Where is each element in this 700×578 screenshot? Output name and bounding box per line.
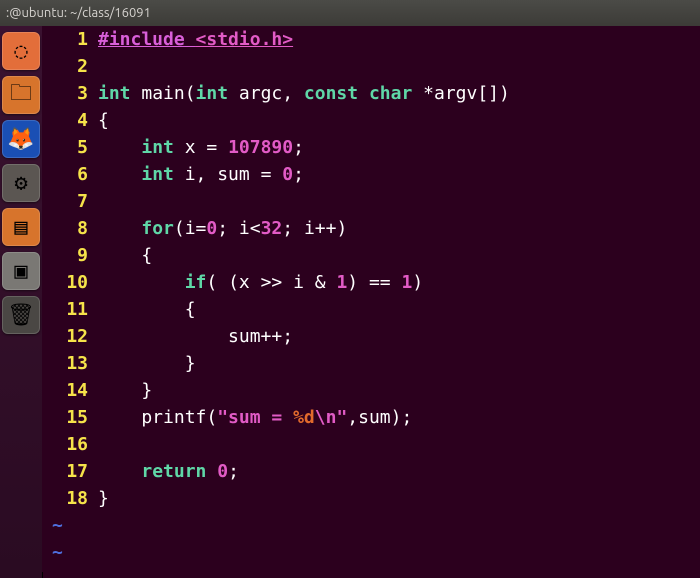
code-line: 3int main(int argc, const char *argv[]) — [42, 80, 700, 107]
line-number: 5 — [42, 134, 98, 161]
code-text — [98, 53, 700, 80]
code-text: int x = 107890; — [98, 134, 700, 161]
line-number: 11 — [42, 296, 98, 323]
line-number: 12 — [42, 323, 98, 350]
code-line: 7 — [42, 188, 700, 215]
code-line: 11 { — [42, 296, 700, 323]
code-line: 14 } — [42, 377, 700, 404]
code-text: } — [98, 485, 700, 512]
code-line: 6 int i, sum = 0; — [42, 161, 700, 188]
code-line: 1#include <stdio.h> — [42, 26, 700, 53]
code-line: 4{ — [42, 107, 700, 134]
files-icon[interactable]: ▤ — [2, 208, 40, 246]
code-line: 9 { — [42, 242, 700, 269]
line-number: 13 — [42, 350, 98, 377]
code-text: #include <stdio.h> — [98, 26, 700, 53]
code-line: 8 for(i=0; i<32; i++) — [42, 215, 700, 242]
code-line: 5 int x = 107890; — [42, 134, 700, 161]
code-text: return 0; — [98, 458, 700, 485]
window-icon[interactable]: ▣ — [2, 252, 40, 290]
code-text: int i, sum = 0; — [98, 161, 700, 188]
code-text: { — [98, 242, 700, 269]
code-text — [98, 431, 700, 458]
vim-editor[interactable]: 1#include <stdio.h>23int main(int argc, … — [42, 26, 700, 572]
line-number: 3 — [42, 80, 98, 107]
line-number: 9 — [42, 242, 98, 269]
line-number: 15 — [42, 404, 98, 431]
code-text: int main(int argc, const char *argv[]) — [98, 80, 700, 107]
empty-line-tilde: ~ — [42, 539, 700, 566]
code-text: } — [98, 350, 700, 377]
home-folder-icon[interactable]: 🗀 — [2, 76, 40, 114]
code-line: 13 } — [42, 350, 700, 377]
trash-icon[interactable]: 🗑 — [2, 296, 40, 334]
code-text — [98, 188, 700, 215]
line-number: 4 — [42, 107, 98, 134]
code-line: 18} — [42, 485, 700, 512]
line-number: 10 — [42, 269, 98, 296]
empty-line-tilde: ~ — [42, 512, 700, 539]
line-number: 14 — [42, 377, 98, 404]
code-line: 17 return 0; — [42, 458, 700, 485]
line-number: 1 — [42, 26, 98, 53]
line-number: 7 — [42, 188, 98, 215]
window-titlebar: :@ubuntu: ~/class/16091 — [0, 0, 700, 27]
code-text: if( (x >> i & 1) == 1) — [98, 269, 700, 296]
code-line: 10 if( (x >> i & 1) == 1) — [42, 269, 700, 296]
code-line: 12 sum++; — [42, 323, 700, 350]
code-line: 16 — [42, 431, 700, 458]
dash-icon[interactable]: ◌ — [2, 32, 40, 70]
firefox-icon[interactable]: 🦊 — [2, 120, 40, 158]
code-text: { — [98, 296, 700, 323]
code-line: 15 printf("sum = %d\n",sum); — [42, 404, 700, 431]
line-number: 6 — [42, 161, 98, 188]
line-number: 8 — [42, 215, 98, 242]
code-line: 2 — [42, 53, 700, 80]
code-text: sum++; — [98, 323, 700, 350]
code-text: } — [98, 377, 700, 404]
code-text: printf("sum = %d\n",sum); — [98, 404, 700, 431]
code-text: { — [98, 107, 700, 134]
code-text: for(i=0; i<32; i++) — [98, 215, 700, 242]
window-title: :@ubuntu: ~/class/16091 — [6, 6, 151, 20]
line-number: 17 — [42, 458, 98, 485]
line-number: 18 — [42, 485, 98, 512]
line-number: 2 — [42, 53, 98, 80]
settings-icon[interactable]: ⚙ — [2, 164, 40, 202]
line-number: 16 — [42, 431, 98, 458]
unity-launcher: ◌ 🗀 🦊 ⚙ ▤ ▣ 🗑 — [0, 26, 43, 578]
